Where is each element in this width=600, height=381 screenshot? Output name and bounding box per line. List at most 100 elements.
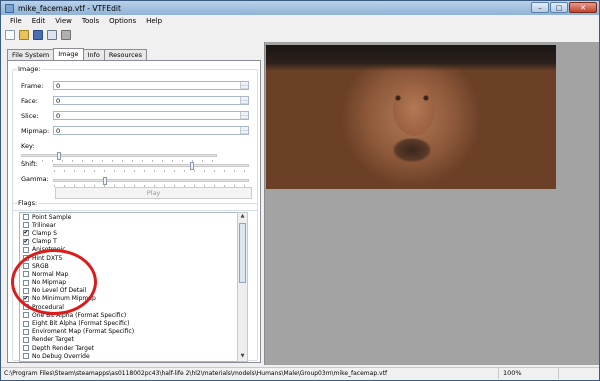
app-window: mike_facemap.vtf - VTFEdit – □ ✕ File Ed… (0, 0, 600, 381)
frame-spin-buttons[interactable] (240, 82, 248, 89)
flag-item[interactable]: One Bit Alpha (Format Specific) (20, 311, 246, 319)
flag-checkbox[interactable] (23, 345, 29, 352)
texture-eyes-region (392, 95, 432, 101)
minimize-button[interactable]: – (531, 2, 549, 13)
flag-checkbox[interactable] (23, 287, 29, 294)
flag-checkbox[interactable] (23, 353, 29, 360)
paste-icon[interactable] (61, 29, 71, 40)
menu-file[interactable]: File (5, 17, 27, 25)
flag-checkbox[interactable] (23, 271, 29, 278)
mipmap-row: Mipmap: 0 (21, 126, 249, 135)
flag-item[interactable]: ✔ Clamp S (20, 229, 246, 237)
shift-slider[interactable] (53, 162, 249, 172)
flag-checkbox[interactable] (23, 328, 29, 335)
mipmap-value: 0 (56, 127, 61, 135)
frame-spinner[interactable]: 0 (53, 81, 249, 90)
flag-label: Eight Bit Alpha (Format Specific) (32, 320, 130, 328)
flag-checkbox[interactable]: ✔ (23, 295, 29, 302)
mipmap-spinner[interactable]: 0 (53, 126, 249, 135)
menu-edit[interactable]: Edit (27, 17, 51, 25)
mipmap-spin-buttons[interactable] (240, 127, 248, 134)
flag-checkbox[interactable] (23, 255, 29, 262)
slice-spinner[interactable]: 0 (53, 111, 249, 120)
tab-file-system[interactable]: File System (7, 49, 55, 60)
frame-label: Frame: (21, 81, 44, 90)
flag-item[interactable]: Procedural (20, 303, 246, 311)
tab-resources[interactable]: Resources (103, 49, 148, 60)
title-bar[interactable]: mike_facemap.vtf - VTFEdit – □ ✕ (1, 1, 599, 15)
flags-scrollbar[interactable]: ▲ ▼ (237, 212, 248, 362)
menu-help[interactable]: Help (141, 17, 167, 25)
flag-item[interactable]: Render Target (20, 336, 246, 344)
face-spin-buttons[interactable] (240, 97, 248, 104)
image-group-label: Image: (17, 65, 42, 73)
flag-checkbox[interactable] (23, 279, 29, 286)
play-button[interactable]: Play (55, 187, 252, 199)
copy-icon[interactable] (47, 29, 57, 40)
flag-item[interactable]: No Level Of Detail (20, 287, 246, 295)
flag-label: No Minimum Mipmap (32, 295, 96, 303)
flag-item[interactable]: ✔ No Minimum Mipmap (20, 295, 246, 303)
face-spinner[interactable]: 0 (53, 96, 249, 105)
flag-label: No Debug Override (32, 352, 90, 360)
flag-item[interactable]: Depth Render Target (20, 344, 246, 352)
shift-slider-thumb[interactable] (189, 162, 194, 170)
open-icon[interactable] (19, 29, 29, 40)
flag-checkbox[interactable]: ✔ (23, 230, 29, 237)
key-slider-row (21, 152, 217, 162)
texture-hair-region (266, 45, 556, 71)
image-tab-panel: Image: Frame: 0 Face: 0 Slice: 0 Mipmap:… (7, 60, 261, 363)
status-bar: C:\Program Files\Steam\steamapps\as01180… (1, 367, 599, 379)
tab-strip: File System Image Info Resources (7, 48, 148, 60)
menu-tools[interactable]: Tools (77, 17, 104, 25)
flag-checkbox[interactable]: ✔ (23, 238, 29, 245)
flag-checkbox[interactable] (23, 304, 29, 311)
flag-checkbox[interactable] (23, 336, 29, 343)
flag-checkbox[interactable] (23, 312, 29, 319)
tab-image[interactable]: Image (53, 48, 84, 60)
gamma-slider[interactable] (53, 177, 249, 187)
flag-item[interactable]: Anisotropic (20, 246, 246, 254)
flags-group-label: Flags: (17, 199, 39, 207)
flag-item[interactable]: No Debug Override (20, 352, 246, 360)
key-slider-thumb[interactable] (56, 152, 61, 160)
flag-item[interactable]: No Mipmap (20, 279, 246, 287)
flag-checkbox[interactable] (23, 214, 29, 221)
flag-label: Trilinear (32, 221, 56, 229)
gamma-slider-thumb[interactable] (102, 177, 107, 185)
new-icon[interactable] (5, 29, 15, 40)
scroll-down-arrow[interactable]: ▼ (238, 353, 247, 361)
flag-label: Normal Map (32, 270, 69, 278)
flag-checkbox[interactable] (23, 320, 29, 327)
flag-item[interactable]: ✔ Clamp T (20, 238, 246, 246)
flag-item[interactable]: SRGB (20, 262, 246, 270)
status-zoom: 100% (499, 368, 559, 379)
gamma-slider-row (53, 177, 249, 187)
flag-label: Render Target (32, 336, 74, 344)
flag-item[interactable]: Trilinear (20, 221, 246, 229)
scroll-up-arrow[interactable]: ▲ (238, 213, 247, 221)
key-slider[interactable] (21, 152, 217, 162)
menu-view[interactable]: View (50, 17, 77, 25)
flag-checkbox[interactable] (23, 222, 29, 229)
flag-item[interactable]: Enviroment Map (Format Specific) (20, 328, 246, 336)
slice-value: 0 (56, 112, 61, 120)
flag-item[interactable]: Normal Map (20, 270, 246, 278)
slice-spin-buttons[interactable] (240, 112, 248, 119)
flag-item[interactable]: Eight Bit Alpha (Format Specific) (20, 319, 246, 327)
menu-options[interactable]: Options (104, 17, 141, 25)
texture-beard-region (393, 138, 431, 162)
flag-item[interactable]: Hint DXT5 (20, 254, 246, 262)
save-icon[interactable] (33, 29, 43, 40)
maximize-button[interactable]: □ (550, 2, 568, 13)
close-button[interactable]: ✕ (569, 2, 597, 13)
app-icon (5, 3, 14, 13)
status-file-path: C:\Program Files\Steam\steamapps\as01180… (1, 368, 499, 379)
scroll-thumb[interactable] (239, 223, 246, 283)
flag-checkbox[interactable] (23, 246, 29, 253)
flag-checkbox[interactable] (23, 263, 29, 270)
texture-viewer[interactable] (264, 42, 599, 365)
flag-label: Depth Render Target (32, 344, 95, 352)
tab-info[interactable]: Info (82, 49, 105, 60)
flag-item[interactable]: Point Sample (20, 213, 246, 221)
